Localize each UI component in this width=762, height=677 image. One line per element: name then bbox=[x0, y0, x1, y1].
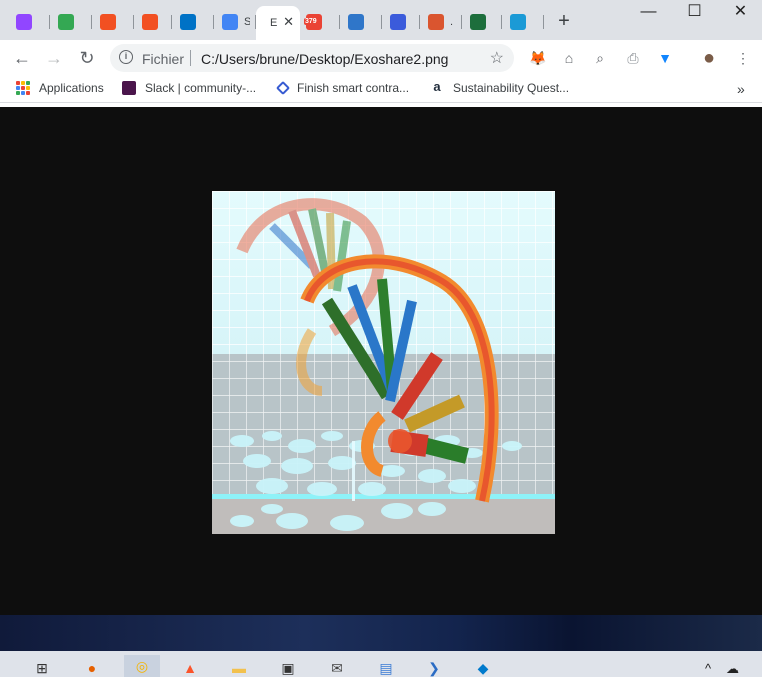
store-icon[interactable]: ▣ bbox=[278, 659, 298, 677]
forward-button[interactable]: → bbox=[42, 46, 66, 70]
bookmarks-overflow-button[interactable]: » bbox=[737, 81, 745, 97]
hex-icon bbox=[510, 14, 526, 30]
maps-icon bbox=[58, 14, 74, 30]
notepad-icon[interactable]: ▤ bbox=[376, 659, 396, 677]
bookmark-label: Slack | community-... bbox=[145, 81, 257, 95]
chainlink-icon bbox=[275, 80, 291, 96]
tray-expand-icon[interactable]: ^ bbox=[705, 661, 711, 676]
tab-12[interactable] bbox=[502, 8, 544, 36]
maximize-button[interactable]: ☐ bbox=[672, 0, 717, 26]
avatar-icon[interactable]: ● bbox=[700, 48, 718, 68]
tab-6[interactable]: E ✕ bbox=[256, 6, 300, 40]
browser-chrome: S E ✕ 379. + — ☐ ✕ ← → ↻ i Fichier C:/Users… bbox=[0, 0, 762, 107]
microsoft-icon bbox=[100, 14, 116, 30]
vscode-icon[interactable]: ◆ bbox=[473, 659, 493, 677]
tab-7[interactable]: 379 bbox=[298, 8, 340, 36]
bookmark-label: Finish smart contra... bbox=[297, 81, 410, 95]
outlook-icon bbox=[180, 14, 196, 30]
home-icon[interactable]: ⌂ bbox=[560, 49, 578, 67]
tab-3[interactable] bbox=[134, 8, 172, 36]
brave-icon[interactable]: ▲ bbox=[180, 659, 200, 677]
bitcoin-icon bbox=[348, 14, 364, 30]
powershell-icon[interactable]: ❯ bbox=[424, 659, 444, 677]
tab-10[interactable]: . bbox=[420, 8, 462, 36]
bookmark-label: Applications bbox=[39, 81, 104, 95]
bluesky-icon[interactable]: ▼ bbox=[656, 49, 674, 67]
close-tab-icon[interactable]: ✕ bbox=[283, 14, 294, 30]
search-icon[interactable]: ⌕ bbox=[591, 49, 609, 67]
dna-helix-illustration bbox=[212, 191, 555, 534]
twitch-icon bbox=[16, 14, 32, 30]
metamask-icon[interactable]: 🦊 bbox=[529, 49, 547, 67]
tab-8[interactable] bbox=[340, 8, 382, 36]
tab-strip: S E ✕ 379. + — ☐ ✕ bbox=[0, 0, 762, 40]
chrome-icon[interactable]: ◎ bbox=[124, 655, 160, 677]
address-bar[interactable]: i Fichier C:/Users/brune/Desktop/Exoshar… bbox=[110, 44, 514, 72]
onedrive-icon[interactable]: ☁ bbox=[726, 661, 739, 677]
tab-1[interactable] bbox=[50, 8, 92, 36]
microsoft-icon bbox=[142, 14, 158, 30]
mail-icon[interactable]: ✉ bbox=[327, 659, 347, 677]
slack-icon bbox=[122, 81, 136, 95]
bookmark-slack[interactable]: Slack | community-... bbox=[122, 81, 256, 95]
desktop-wallpaper bbox=[0, 615, 762, 651]
reload-button[interactable]: ↻ bbox=[75, 46, 99, 70]
tab-label: S bbox=[244, 16, 250, 28]
tab-11[interactable] bbox=[462, 8, 502, 36]
tab-separator bbox=[543, 15, 544, 29]
bookmark-chainlink[interactable]: Finish smart contra... bbox=[275, 80, 410, 96]
file-explorer-icon[interactable]: ▬ bbox=[229, 659, 249, 677]
tab-2[interactable] bbox=[92, 8, 134, 36]
game-icon bbox=[470, 14, 486, 30]
apps-grid-icon bbox=[16, 81, 30, 95]
bookmark-amazon[interactable]: a Sustainability Quest... bbox=[430, 80, 570, 95]
image-viewer bbox=[0, 107, 762, 615]
info-icon[interactable]: i bbox=[119, 50, 133, 64]
google-icon bbox=[222, 14, 238, 30]
producthunt-icon bbox=[428, 14, 444, 30]
tab-4[interactable] bbox=[172, 8, 214, 36]
tab-9[interactable] bbox=[382, 8, 420, 36]
close-window-button[interactable]: ✕ bbox=[718, 0, 762, 26]
tab-label: E bbox=[270, 17, 278, 29]
taskbar: ⊞ ● ◎ ▲ ▬ ▣ ✉ ▤ ❯ ◆ ^ ☁ bbox=[0, 651, 762, 677]
bookmark-applications[interactable]: Applications bbox=[16, 81, 104, 95]
tab-0[interactable] bbox=[8, 8, 50, 36]
url-text[interactable]: C:/Users/brune/Desktop/Exoshare2.png bbox=[201, 51, 448, 67]
infinity-icon bbox=[390, 14, 406, 30]
toolbar: ← → ↻ i Fichier C:/Users/brune/Desktop/E… bbox=[0, 40, 762, 76]
tab-label: . bbox=[450, 16, 454, 28]
tab-badge: 379 bbox=[304, 18, 318, 25]
omnibox-divider bbox=[190, 50, 191, 66]
tab-5[interactable]: S bbox=[214, 8, 256, 36]
pdf-icon[interactable]: ⎙ bbox=[624, 49, 642, 67]
bookmarks-bar: Applications Slack | community-... Finis… bbox=[0, 76, 762, 103]
bookmark-label: Sustainability Quest... bbox=[453, 81, 570, 95]
new-tab-button[interactable]: + bbox=[554, 10, 574, 33]
menu-icon[interactable]: ⋮ bbox=[734, 49, 752, 67]
scheme-label: Fichier bbox=[142, 51, 185, 67]
back-button[interactable]: ← bbox=[10, 46, 34, 70]
minimize-button[interactable]: — bbox=[626, 0, 671, 26]
firefox-icon[interactable]: ● bbox=[82, 659, 102, 677]
bookmark-star-icon[interactable]: ☆ bbox=[490, 48, 504, 68]
dna-helix-image[interactable] bbox=[212, 191, 555, 534]
task-view-icon[interactable]: ⊞ bbox=[32, 659, 52, 677]
amazon-icon: a bbox=[430, 80, 444, 95]
